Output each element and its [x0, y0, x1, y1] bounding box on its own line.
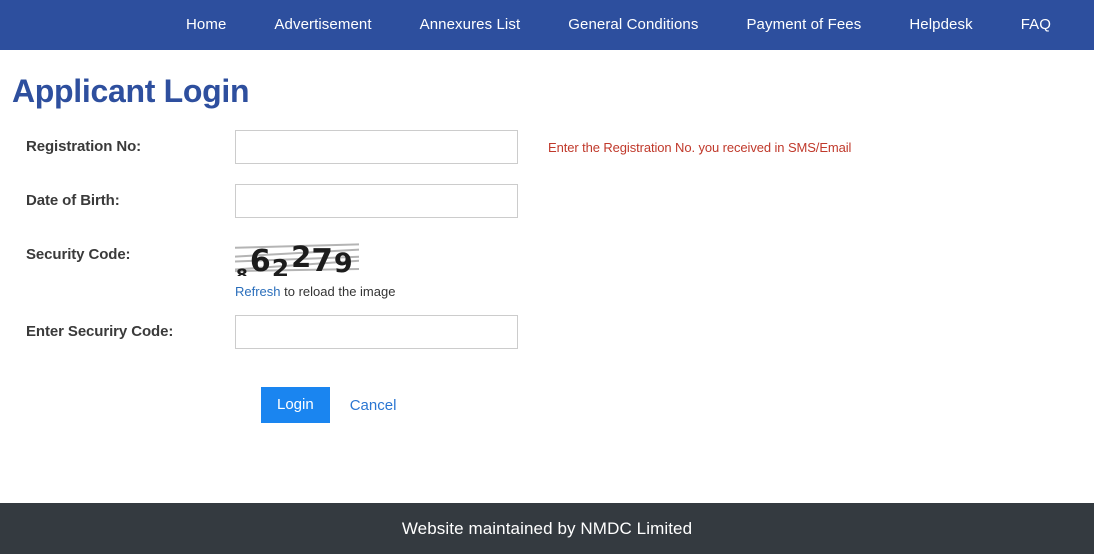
captcha-digits: 862279 — [235, 240, 359, 277]
security-code-wrap: 862279 Refresh to reload the image — [235, 238, 518, 299]
captcha-digit: 7 — [311, 243, 333, 277]
form-row-security-code: Security Code: 862279 Refresh to reload … — [26, 238, 1094, 299]
form-actions: Login Cancel — [26, 387, 1094, 424]
main-content: Applicant Login Registration No: Enter t… — [0, 50, 1094, 503]
login-button[interactable]: Login — [261, 387, 330, 424]
registration-no-label: Registration No: — [26, 138, 142, 156]
date-of-birth-label: Date of Birth: — [26, 192, 120, 210]
captcha-refresh-suffix: to reload the image — [280, 284, 396, 300]
nav-item-advertisement[interactable]: Advertisement — [274, 0, 371, 50]
page-title: Applicant Login — [12, 73, 250, 109]
form-row-date-of-birth: Date of Birth: — [26, 184, 1094, 219]
security-code-label: Security Code: — [26, 246, 131, 264]
enter-security-code-field-wrap — [235, 315, 518, 350]
enter-security-code-input[interactable] — [235, 315, 518, 350]
main-navigation-bar: Home Advertisement Annexures List Genera… — [0, 0, 1094, 50]
captcha-digit: 2 — [291, 240, 312, 275]
captcha-digit: 9 — [333, 248, 353, 277]
footer-text: Website maintained by NMDC Limited — [401, 518, 693, 538]
nav-item-general-conditions[interactable]: General Conditions — [568, 0, 698, 50]
page-footer: Website maintained by NMDC Limited — [0, 503, 1094, 554]
captcha-refresh-link[interactable]: Refresh — [235, 284, 281, 299]
nav-item-annexures-list[interactable]: Annexures List — [420, 0, 521, 50]
date-of-birth-input[interactable] — [235, 184, 518, 219]
nav-item-payment-of-fees[interactable]: Payment of Fees — [746, 0, 861, 50]
captcha-refresh-line: Refresh to reload the image — [235, 276, 518, 299]
enter-security-code-label: Enter Securiry Code: — [26, 323, 174, 341]
applicant-login-form: Registration No: Enter the Registration … — [0, 130, 1094, 424]
captcha-digit: 8 — [236, 266, 248, 277]
form-row-registration-no: Registration No: Enter the Registration … — [26, 130, 1094, 165]
form-row-enter-security-code: Enter Securiry Code: — [26, 315, 1094, 350]
nav-item-home[interactable]: Home — [186, 0, 226, 50]
registration-no-input[interactable] — [235, 130, 518, 165]
registration-no-field-wrap — [235, 130, 518, 165]
captcha-digit: 2 — [271, 254, 290, 277]
registration-no-hint: Enter the Registration No. you received … — [548, 140, 852, 156]
nav-item-helpdesk[interactable]: Helpdesk — [909, 0, 972, 50]
cancel-button[interactable]: Cancel — [350, 397, 397, 414]
nav-item-faq[interactable]: FAQ — [1021, 0, 1051, 50]
date-of-birth-field-wrap — [235, 184, 518, 219]
captcha-image: 862279 — [235, 240, 359, 277]
captcha-digit: 6 — [249, 244, 271, 277]
